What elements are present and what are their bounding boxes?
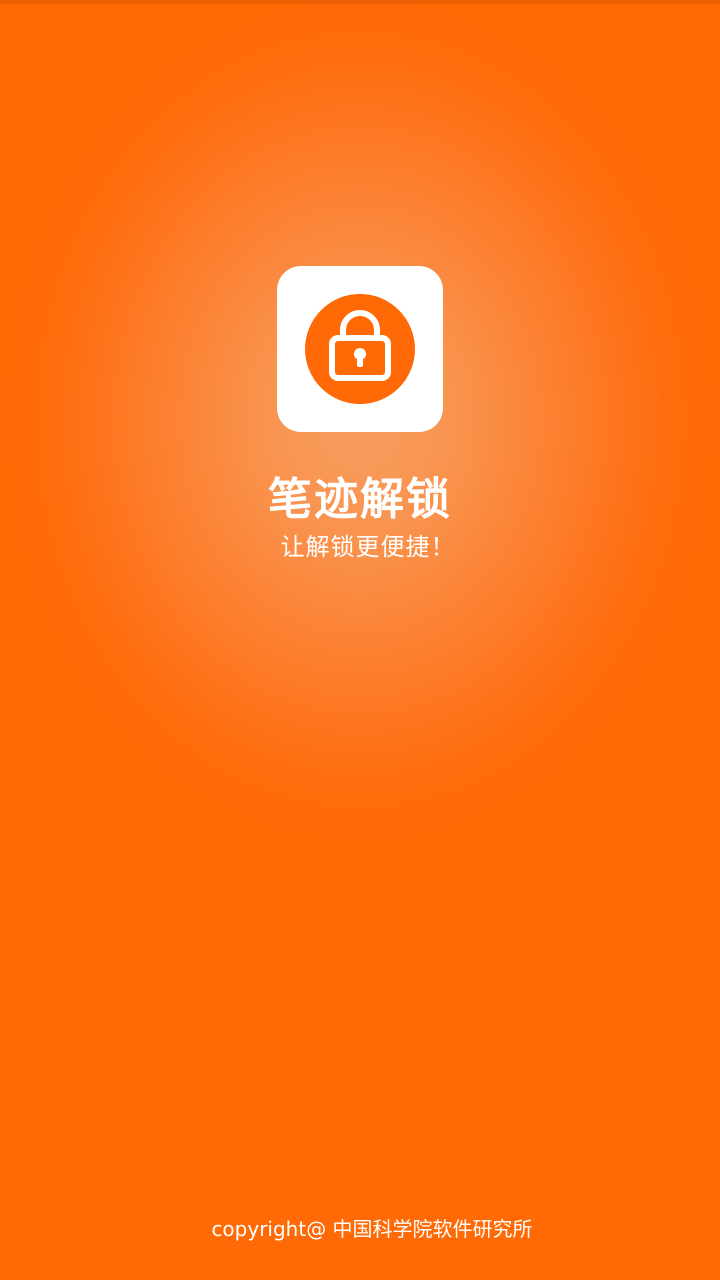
copyright-text: copyright@ 中国科学院软件研究所 [211,1217,533,1241]
padlock-icon [305,294,415,404]
app-title: 笔迹解锁 [268,474,452,525]
app-slogan: 让解锁更便捷！ [280,533,456,561]
splash-screen: 笔迹解锁 让解锁更便捷！ copyright@ 中国科学院软件研究所 [0,0,720,1280]
app-logo [277,266,443,432]
background-glow [0,0,720,880]
status-bar-shadow [0,0,720,4]
